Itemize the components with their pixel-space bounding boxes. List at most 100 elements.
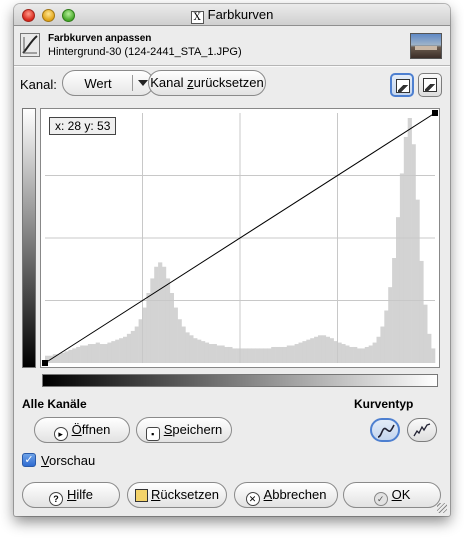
histogram-bar bbox=[228, 346, 233, 363]
preview-checkbox[interactable]: ✓ bbox=[22, 453, 36, 467]
reset-button[interactable]: Rücksetzen bbox=[127, 482, 227, 508]
histogram-bar bbox=[431, 348, 436, 363]
help-icon: ? bbox=[48, 492, 63, 506]
histogram-bar bbox=[306, 339, 311, 363]
dialog-header: Farbkurven anpassen Hintergrund-30 (124-… bbox=[14, 27, 450, 65]
histogram-bar bbox=[232, 348, 237, 363]
image-thumbnail bbox=[410, 33, 442, 59]
curve-type-heading: Kurventyp bbox=[354, 397, 414, 411]
histogram-bar bbox=[111, 341, 116, 363]
histogram-bar bbox=[189, 335, 194, 363]
log-histogram-button[interactable] bbox=[418, 73, 442, 97]
x11-icon: X bbox=[190, 11, 204, 24]
curve-control-point bbox=[432, 110, 438, 116]
curve-plot[interactable] bbox=[41, 109, 439, 367]
histogram-bar bbox=[419, 260, 424, 363]
histogram-bar bbox=[259, 348, 264, 363]
histogram-bar bbox=[411, 144, 416, 363]
reset-channel-label-prefix: Kanal bbox=[150, 75, 188, 90]
histogram-bar bbox=[298, 342, 303, 363]
help-label: ilfe bbox=[76, 487, 93, 502]
histogram-bar bbox=[392, 258, 397, 363]
title-bar[interactable]: X Farbkurven bbox=[14, 4, 450, 26]
curve-canvas[interactable]: x: 28 y: 53 bbox=[40, 108, 440, 368]
preview-label[interactable]: Vorschau bbox=[41, 453, 95, 468]
histogram-bar bbox=[353, 346, 358, 363]
histogram-bar bbox=[243, 348, 249, 363]
help-button[interactable]: ? Hilfe bbox=[22, 482, 120, 508]
histogram-bar bbox=[372, 342, 377, 363]
save-button[interactable]: ▪ Speichern bbox=[136, 417, 232, 443]
curves-tool-icon bbox=[20, 33, 40, 57]
freehand-curve-button[interactable] bbox=[407, 418, 437, 442]
dialog-title: Farbkurven anpassen bbox=[48, 33, 152, 44]
histogram-bar bbox=[294, 344, 299, 363]
histogram-bar bbox=[95, 342, 100, 363]
histogram-bar bbox=[279, 346, 284, 363]
open-label: ffnen bbox=[81, 422, 111, 437]
reset-channel-button[interactable]: Kanal zurücksetzen bbox=[148, 70, 266, 96]
histogram-bar bbox=[263, 348, 268, 363]
freehand-curve-icon bbox=[413, 423, 431, 437]
curve-control-point bbox=[42, 360, 48, 366]
preview-label-text: orschau bbox=[48, 453, 96, 468]
ok-mnemonic: O bbox=[391, 487, 402, 502]
histogram-bar bbox=[91, 344, 96, 363]
output-gradient-bar bbox=[22, 108, 36, 368]
histogram-bar bbox=[142, 307, 147, 363]
ok-button[interactable]: ✓ OK bbox=[343, 482, 441, 508]
resize-grip[interactable] bbox=[437, 503, 447, 513]
cancel-mnemonic: A bbox=[263, 487, 273, 502]
smooth-curve-icon bbox=[377, 424, 395, 438]
histogram-bar bbox=[220, 345, 225, 363]
histogram-bar bbox=[357, 348, 362, 363]
histogram-bar bbox=[87, 344, 93, 363]
histogram-bar bbox=[169, 293, 174, 363]
open-button[interactable]: ▸ Öffnen bbox=[34, 417, 130, 443]
histogram-bar bbox=[286, 345, 291, 363]
histogram-bar bbox=[310, 338, 315, 363]
checkmark-icon: ✓ bbox=[373, 492, 388, 506]
histogram-bar bbox=[415, 199, 420, 363]
histogram-bar bbox=[119, 338, 124, 363]
channel-select-value: Wert bbox=[84, 76, 112, 91]
cancel-label: bbrechen bbox=[272, 487, 327, 502]
linear-histogram-button[interactable] bbox=[390, 73, 414, 97]
ok-label: K bbox=[401, 487, 411, 502]
histogram-bar bbox=[380, 326, 385, 363]
histogram-bar bbox=[427, 333, 432, 363]
histogram-bar bbox=[162, 266, 167, 363]
histogram-bar bbox=[314, 336, 319, 363]
histogram-bar bbox=[150, 278, 155, 363]
histogram-bar bbox=[193, 338, 198, 363]
smooth-curve-button[interactable] bbox=[370, 418, 400, 442]
histogram-bar bbox=[177, 319, 182, 363]
histogram-bar bbox=[107, 342, 112, 363]
linear-histogram-icon bbox=[396, 79, 410, 93]
histogram-bar bbox=[60, 352, 65, 363]
histogram-bar bbox=[84, 345, 89, 363]
cancel-button[interactable]: ✕ Abbrechen bbox=[234, 482, 338, 508]
histogram-bar bbox=[360, 348, 366, 363]
histogram-bar bbox=[126, 333, 132, 363]
cursor-coordinates: x: 28 y: 53 bbox=[49, 117, 117, 135]
histogram-bar bbox=[337, 342, 342, 363]
channel-select[interactable]: Wert bbox=[62, 70, 154, 96]
histogram-bar bbox=[329, 338, 334, 363]
histogram-bar bbox=[173, 307, 178, 363]
log-histogram-icon bbox=[423, 78, 437, 92]
histogram-bar bbox=[204, 342, 210, 363]
histogram-bar bbox=[384, 310, 389, 363]
histogram-bar bbox=[376, 336, 381, 363]
floppy-disk-icon: ▪ bbox=[145, 427, 160, 441]
histogram-bar bbox=[349, 346, 354, 363]
histogram-bar bbox=[64, 351, 69, 363]
histogram-bar bbox=[247, 348, 252, 363]
histogram-bar bbox=[76, 346, 81, 363]
histogram-bar bbox=[368, 345, 373, 363]
histogram-bar bbox=[154, 266, 159, 363]
histogram-bar bbox=[201, 341, 206, 363]
histogram-bar bbox=[423, 304, 428, 363]
combo-divider bbox=[132, 75, 133, 91]
histogram-bar bbox=[68, 349, 73, 363]
